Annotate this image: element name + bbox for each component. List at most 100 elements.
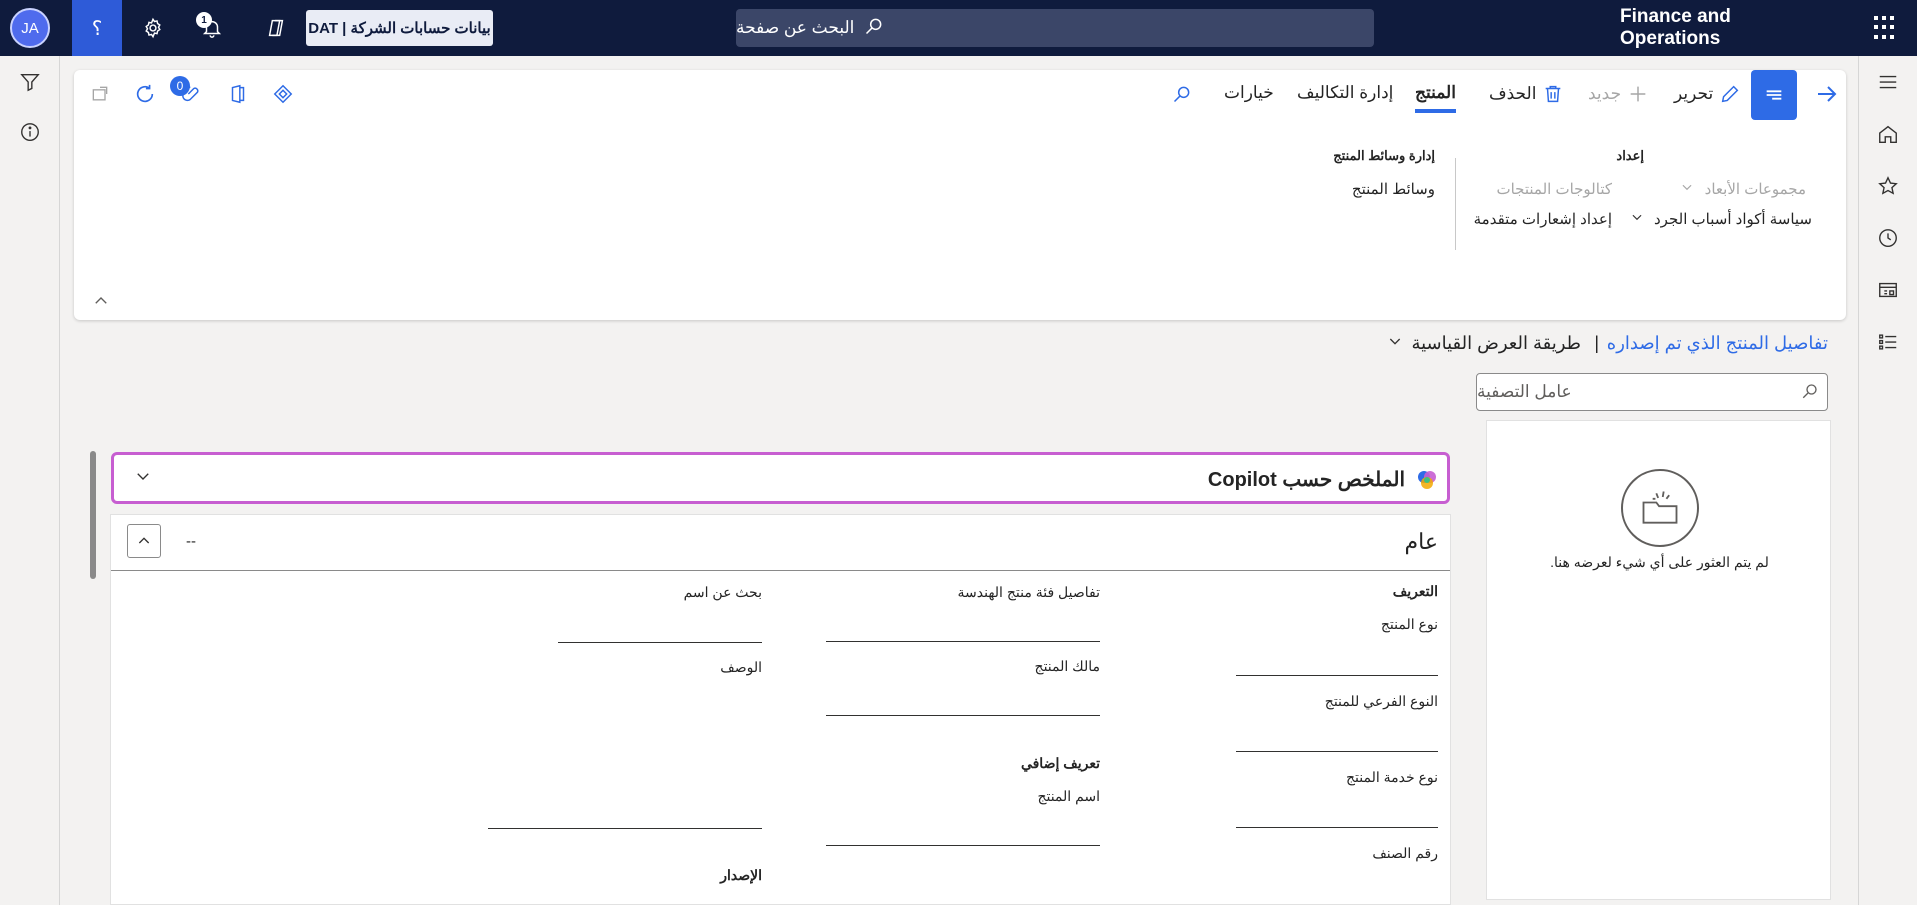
filter-input[interactable]: عامل التصفية xyxy=(1476,373,1828,411)
release-group-header: الإصدار xyxy=(720,867,762,883)
product-catalogs-button[interactable]: كتالوجات المنتجات xyxy=(1496,180,1612,198)
search-name-field[interactable] xyxy=(558,642,762,643)
clock-icon xyxy=(1879,229,1897,247)
right-navigation-rail xyxy=(1858,56,1917,905)
pop-out-icon xyxy=(92,86,108,101)
page-search-input[interactable]: البحث عن صفحة xyxy=(736,9,1374,47)
power-apps-button[interactable] xyxy=(269,80,297,108)
star-icon xyxy=(1878,176,1898,195)
modules-button[interactable] xyxy=(1876,330,1900,354)
chevron-down-icon[interactable] xyxy=(134,467,152,488)
general-fasttab-header[interactable]: عام -- xyxy=(111,515,1450,571)
search-icon xyxy=(1801,382,1819,405)
list-icon xyxy=(1879,334,1897,350)
group-title-product-media: إدارة وسائط المنتج xyxy=(1333,148,1435,163)
advanced-notifications-setup-button[interactable]: إعداد إشعارات متقدمة xyxy=(1474,210,1612,228)
product-name-field[interactable] xyxy=(826,845,1100,846)
product-name-label: اسم المنتج xyxy=(1037,788,1100,804)
edit-label: تحرير xyxy=(1674,84,1714,103)
workspace-icon xyxy=(1879,282,1897,298)
favorites-button[interactable] xyxy=(1876,174,1900,198)
tab-options[interactable]: خيارات xyxy=(1224,83,1274,103)
attachments-count-badge: 0 xyxy=(170,76,190,96)
additional-identification-header: تعريف إضافي xyxy=(1020,755,1100,771)
action-search-button[interactable] xyxy=(1168,80,1196,108)
plus-icon xyxy=(1630,86,1646,102)
app-launcher-icon[interactable] xyxy=(1874,16,1898,40)
product-subtype-field[interactable] xyxy=(1236,751,1438,752)
user-avatar[interactable]: JA xyxy=(10,8,50,48)
chevron-down-icon xyxy=(1680,181,1694,198)
lines-icon xyxy=(1766,90,1782,100)
copilot-summary-section[interactable]: الملخص حسب Copilot xyxy=(111,452,1450,504)
engineering-category-field[interactable] xyxy=(826,641,1100,642)
info-icon xyxy=(21,123,39,141)
new-button[interactable]: جديد xyxy=(1588,83,1649,105)
view-selector[interactable]: طريقة العرض القياسية xyxy=(1387,333,1581,354)
scrollbar-thumb[interactable] xyxy=(90,451,96,579)
app-title[interactable]: Finance and Operations xyxy=(1620,0,1820,56)
action-pane: تحرير جديد الحذف المنتج إدارة التكاليف خ… xyxy=(74,70,1846,320)
tab-manage-costs[interactable]: إدارة التكاليف xyxy=(1297,83,1393,103)
description-field[interactable] xyxy=(488,828,762,829)
empty-state-text: لم يتم العثور على أي شيء لعرضه هنا. xyxy=(1550,554,1769,570)
delete-button[interactable]: الحذف xyxy=(1489,83,1564,105)
chevron-up-icon xyxy=(95,297,107,304)
dimension-groups-label: مجموعات الأبعاد xyxy=(1704,181,1806,198)
identification-group-header: التعريف xyxy=(1392,583,1438,599)
service-type-field[interactable] xyxy=(1236,827,1438,828)
pencil-icon xyxy=(1721,85,1739,103)
detach-button[interactable] xyxy=(86,80,114,108)
back-button[interactable] xyxy=(1813,80,1841,108)
home-button[interactable] xyxy=(1876,122,1900,146)
company-picker[interactable]: بيانات حسابات الشركة | DAT xyxy=(306,10,493,46)
filter-pane-button[interactable] xyxy=(18,70,42,94)
nav-menu-button[interactable] xyxy=(1876,70,1900,94)
info-button[interactable] xyxy=(18,120,42,144)
delete-label: الحذف xyxy=(1489,84,1537,103)
counting-reason-policy-label: سياسة أكواد أسباب الجرد xyxy=(1653,211,1812,228)
left-rail xyxy=(0,56,60,905)
search-icon xyxy=(864,16,884,41)
settings-button[interactable] xyxy=(139,14,167,42)
hamburger-icon xyxy=(1879,75,1897,89)
list-toggle-button[interactable] xyxy=(1751,70,1797,120)
refresh-icon xyxy=(136,84,154,103)
view-selector-label: طريقة العرض القياسية xyxy=(1411,333,1581,353)
filter-icon xyxy=(20,73,40,92)
copilot-icon xyxy=(268,19,284,37)
collapse-general-button[interactable] xyxy=(127,524,161,558)
product-owner-label: مالك المنتج xyxy=(1034,658,1100,674)
product-owner-field[interactable] xyxy=(826,715,1100,716)
engineering-category-label: تفاصيل فئة منتج الهندسة xyxy=(957,584,1100,600)
tab-product[interactable]: المنتج xyxy=(1415,83,1456,113)
recent-button[interactable] xyxy=(1876,226,1900,250)
trash-icon xyxy=(1546,85,1561,103)
help-icon: ؟ xyxy=(91,17,103,40)
new-label: جديد xyxy=(1588,84,1622,103)
page-title-link[interactable]: تفاصيل المنتج الذي تم إصداره xyxy=(1607,333,1828,354)
copilot-summary-title: الملخص حسب Copilot xyxy=(1207,469,1405,491)
title-separator: | xyxy=(1594,333,1599,353)
notification-count-badge: 1 xyxy=(196,12,212,28)
top-navigation-bar: JA ؟ 1 بيانات حسابات الشركة | DAT البحث … xyxy=(0,0,1917,56)
group-title-setup: إعداد xyxy=(1616,148,1644,163)
dimension-groups-menu[interactable]: مجموعات الأبعاد xyxy=(1680,180,1806,198)
search-placeholder: البحث عن صفحة xyxy=(736,18,855,37)
workspaces-button[interactable] xyxy=(1876,278,1900,302)
search-icon xyxy=(1173,86,1190,103)
copilot-button[interactable] xyxy=(262,14,290,42)
item-number-label: رقم الصنف xyxy=(1372,845,1438,861)
edit-button[interactable]: تحرير xyxy=(1674,83,1741,105)
counting-reason-policy-menu[interactable]: سياسة أكواد أسباب الجرد xyxy=(1630,210,1812,228)
help-button[interactable]: ؟ xyxy=(72,0,122,56)
collapse-action-pane-button[interactable] xyxy=(92,292,110,313)
product-media-button[interactable]: وسائط المنتج xyxy=(1352,180,1435,198)
office-button[interactable] xyxy=(224,80,252,108)
general-fasttab-title: عام xyxy=(1404,529,1438,554)
home-icon xyxy=(1879,125,1897,143)
refresh-button[interactable] xyxy=(131,80,159,108)
filter-placeholder: عامل التصفية xyxy=(1477,382,1572,401)
diamond-icon xyxy=(273,84,293,104)
product-type-field[interactable] xyxy=(1236,675,1438,676)
